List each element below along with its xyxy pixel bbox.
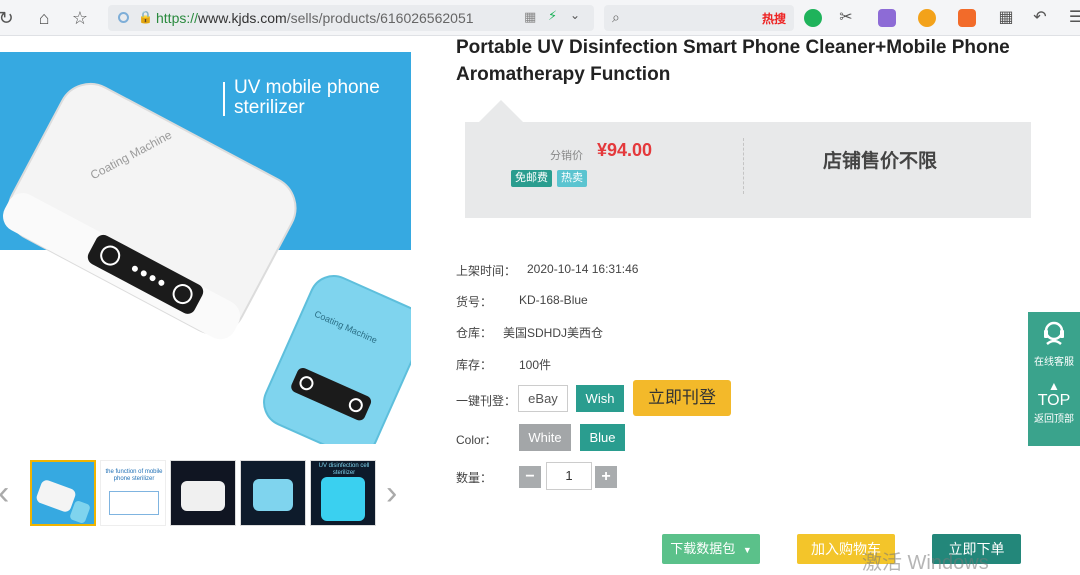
caret-up-icon: ▲ — [1048, 379, 1060, 393]
activate-windows-watermark: 激活 Windows — [862, 552, 989, 574]
search-icon: ⌕ — [612, 9, 620, 25]
globe-icon — [118, 12, 129, 23]
chat-icon[interactable] — [804, 9, 822, 27]
ebay-button[interactable]: eBay — [518, 385, 568, 412]
hot-search-label[interactable]: 热搜 — [762, 10, 786, 27]
warehouse-row: 仓库： 美国SDHDJ美西仓 — [456, 324, 603, 341]
chevron-down-icon[interactable]: ⌄ — [570, 8, 580, 22]
listed-time-row: 上架时间： 2020-10-14 16:31:46 — [456, 262, 638, 279]
back-top-label: 返回顶部 — [1034, 414, 1074, 425]
sku-row: 货号： KD-168-Blue — [456, 293, 588, 310]
quantity-input[interactable]: 1 — [546, 462, 592, 490]
online-service-button[interactable]: 在线客服 — [1028, 318, 1080, 368]
address-bar[interactable]: 🔒 https://www.kjds.com/sells/products/61… — [108, 5, 594, 31]
color-label: Color： — [456, 433, 497, 447]
stock-row: 库存： 100件 — [456, 356, 551, 373]
url-text: https://www.kjds.com/sells/products/6160… — [156, 10, 474, 26]
undo-icon[interactable]: ↶ — [1030, 8, 1050, 28]
product-main-image[interactable]: UV mobile phone sterilizer Coating Machi… — [0, 52, 411, 444]
price-panel: 分销价 ¥94.00 免邮费 热卖 店铺售价不限 — [465, 122, 1031, 218]
scissors-icon[interactable]: ✂ — [836, 8, 856, 28]
lock-icon: 🔒 — [138, 10, 153, 24]
top-label: TOP — [1037, 392, 1071, 409]
thumbnail-3[interactable] — [170, 460, 236, 526]
store-price-text: 店铺售价不限 — [823, 151, 938, 172]
price-label: 分销价 — [550, 150, 583, 162]
price-value: ¥94.00 — [597, 140, 653, 160]
grid-icon[interactable]: ▦ — [996, 8, 1016, 28]
back-to-top-button[interactable]: ▲ TOP 返回顶部 — [1028, 380, 1080, 425]
free-shipping-badge: 免邮费 — [511, 170, 552, 187]
product-title: Portable UV Disinfection Smart Phone Cle… — [456, 37, 1010, 85]
lightning-icon[interactable]: ⚡ — [548, 8, 557, 24]
reload-icon[interactable]: ↻ — [0, 8, 16, 28]
color-white-option[interactable]: White — [519, 424, 571, 451]
thumbnail-4[interactable] — [240, 460, 306, 526]
image-headline: UV mobile phone sterilizer — [234, 77, 380, 118]
thumbnail-2-caption: the function of mobile phone sterilizer — [105, 469, 163, 482]
quantity-label: 数量： — [456, 471, 493, 485]
sku-label: 货号： — [456, 295, 493, 309]
thumbnail-1[interactable] — [30, 460, 96, 526]
thumbnail-2[interactable]: the function of mobile phone sterilizer — [100, 460, 166, 526]
chevron-right-icon[interactable]: › — [386, 476, 397, 510]
color-blue-option[interactable]: Blue — [580, 424, 625, 451]
quantity-increase-button[interactable]: + — [595, 466, 617, 488]
publish-label: 一键刊登： — [456, 394, 517, 408]
price-divider — [743, 138, 744, 194]
qr-icon[interactable]: ▦ — [524, 9, 536, 25]
quantity-decrease-button[interactable]: − — [519, 466, 541, 488]
stock-label: 库存： — [456, 358, 493, 372]
game-icon[interactable] — [958, 9, 976, 27]
stock-value: 100件 — [519, 358, 552, 372]
coupon-icon[interactable] — [918, 9, 936, 27]
home-icon[interactable]: ⌂ — [34, 8, 54, 28]
wish-button[interactable]: Wish — [576, 385, 624, 412]
side-float-panel: 在线客服 ▲ TOP 返回顶部 — [1028, 312, 1080, 446]
caret-down-icon: ▼ — [742, 545, 752, 555]
hot-sale-badge: 热卖 — [557, 170, 587, 187]
publish-now-button[interactable]: 立即刊登 — [633, 380, 731, 416]
thumbnail-strip: ‹ the function of mobile phone sterilize… — [0, 456, 420, 528]
star-icon[interactable]: ☆ — [70, 8, 90, 28]
warehouse-value: 美国SDHDJ美西仓 — [503, 326, 604, 340]
listed-time-label: 上架时间： — [456, 264, 517, 278]
warehouse-label: 仓库： — [456, 326, 493, 340]
thumbnail-5[interactable]: UV disinfection cell sterilizer — [310, 460, 376, 526]
thumbnail-5-caption: UV disinfection cell sterilizer — [318, 463, 370, 476]
price-panel-pointer — [479, 100, 523, 122]
headset-icon — [1044, 321, 1064, 345]
online-service-label: 在线客服 — [1034, 357, 1074, 368]
browser-toolbar: ↻ ⌂ ☆ 🔒 https://www.kjds.com/sells/produ… — [0, 0, 1080, 36]
translate-icon[interactable] — [878, 9, 896, 27]
search-input[interactable]: ⌕ 热搜 — [604, 5, 794, 31]
menu-icon[interactable]: ☰ — [1066, 8, 1080, 28]
download-data-label: 下载数据包 — [670, 541, 736, 556]
chevron-left-icon[interactable]: ‹ — [0, 476, 9, 510]
download-data-button[interactable]: 下载数据包 ▼ — [662, 534, 760, 564]
listed-time-value: 2020-10-14 16:31:46 — [527, 262, 639, 276]
sku-value: KD-168-Blue — [519, 293, 588, 307]
